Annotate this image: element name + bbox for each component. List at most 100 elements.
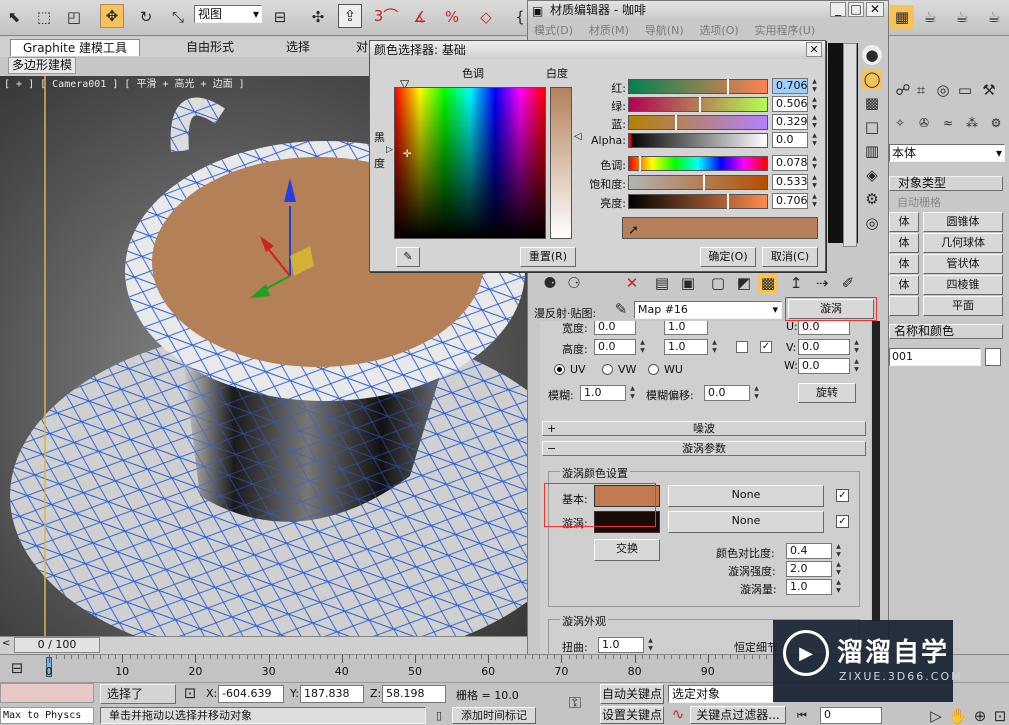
u-field[interactable]: 0.0 — [798, 321, 850, 335]
sphere-button[interactable]: 体 — [889, 233, 919, 253]
alpha-spinner[interactable]: ▲ ▼ — [810, 132, 819, 148]
key-filters-button[interactable]: 关键点过滤器... — [690, 706, 786, 724]
utilities-icon[interactable]: ⚒ — [979, 80, 999, 100]
move-icon[interactable]: ✥ — [100, 4, 124, 28]
backlight-icon[interactable]: ◯ — [862, 69, 882, 89]
snap-3-icon[interactable]: 3⌒ — [374, 3, 399, 27]
w-field[interactable]: 0.0 — [798, 358, 850, 374]
contrast-field[interactable]: 0.4 — [786, 543, 832, 559]
select-by-material-icon[interactable]: ◎ — [862, 213, 882, 233]
key-icon[interactable]: ⚿ — [562, 691, 588, 715]
height-spinner-1[interactable]: ▲ ▼ — [638, 339, 647, 355]
pan-icon[interactable]: ✋ — [948, 707, 968, 725]
green-slider[interactable] — [628, 97, 768, 112]
saturation-slider-thumb[interactable] — [703, 175, 705, 190]
blur-field[interactable]: 1.0 — [580, 385, 626, 401]
swirl-params-rollout[interactable]: − 漩涡参数 — [542, 441, 866, 456]
menu-material[interactable]: 材质(M) — [589, 24, 629, 37]
blur-offset-field[interactable]: 0.0 — [704, 385, 750, 401]
isolation-icon[interactable]: ▯ — [430, 706, 448, 724]
blur-offset-spinner[interactable]: ▲ ▼ — [752, 385, 761, 401]
put-to-library-icon[interactable]: ▣ — [678, 273, 698, 293]
intensity-spinner[interactable]: ▲ ▼ — [834, 561, 843, 577]
go-parent-icon[interactable]: ↥ — [786, 273, 806, 293]
swap-button[interactable]: 交换 — [594, 539, 660, 561]
geosphere-button[interactable]: 几何球体 — [923, 233, 1003, 253]
hue-slider-thumb[interactable] — [639, 156, 641, 171]
map-name-input[interactable]: Map #16 ▾ — [634, 301, 782, 319]
cancel-button[interactable]: 取消(C) — [762, 247, 818, 267]
current-frame-field[interactable]: 0 — [820, 707, 882, 724]
height-spinner-2[interactable]: ▲ ▼ — [710, 339, 719, 355]
key-mode-icon[interactable]: ∿ — [668, 705, 688, 723]
rect-select-icon[interactable]: ⬚ — [32, 5, 56, 29]
swirl-map-checkbox[interactable]: ✓ — [836, 515, 849, 528]
tile-checkbox[interactable]: ✓ — [760, 341, 772, 353]
red-field[interactable]: 0.706 — [772, 78, 808, 94]
video-check-icon[interactable]: ▥ — [862, 141, 882, 161]
torus-button[interactable]: 体 — [889, 275, 919, 295]
object-color-swatch[interactable] — [985, 348, 1001, 366]
spinner-snap-icon[interactable]: ◇ — [474, 5, 498, 29]
tab-poly-modeling[interactable]: 多边形建模 — [8, 57, 76, 74]
uv-tiling-icon[interactable]: □ — [862, 117, 882, 137]
tab-freeform[interactable]: 自由形式 — [170, 39, 250, 56]
menu-mode[interactable]: 模式(D) — [534, 24, 573, 37]
display-icon[interactable]: ▭ — [955, 80, 975, 100]
alpha-slider-thumb[interactable] — [629, 133, 631, 148]
alpha-slider[interactable] — [628, 133, 768, 148]
y-coord-field[interactable]: 187.838 — [300, 685, 364, 703]
angle-snap-icon[interactable]: ∡ — [408, 5, 432, 29]
render-setup-icon[interactable]: ▦ — [890, 5, 914, 29]
width-field-2[interactable]: 1.0 — [664, 321, 708, 335]
goto-start-icon[interactable]: ⏮ — [792, 707, 812, 725]
tube-button[interactable]: 管状体 — [923, 254, 1003, 274]
menu-utilities[interactable]: 实用程序(U) — [755, 24, 816, 37]
options-icon[interactable]: ⚙ — [862, 189, 882, 209]
contrast-spinner[interactable]: ▲ ▼ — [834, 543, 843, 559]
box-button[interactable]: 体 — [889, 212, 919, 232]
pick-from-object-icon[interactable]: ✐ — [838, 273, 858, 293]
add-time-tag-button[interactable]: 添加时间标记 — [452, 707, 536, 724]
w-spinner[interactable]: ▲ ▼ — [852, 358, 861, 374]
mirror-checkbox[interactable] — [736, 341, 748, 353]
hue2-field[interactable]: 0.078 — [772, 155, 808, 171]
hierarchy-icon[interactable]: ⌗ — [911, 80, 931, 100]
object-name-input[interactable]: 001 — [889, 348, 981, 366]
helpers-icon[interactable]: ≈ — [939, 114, 957, 132]
swirl-map-button[interactable]: None — [668, 511, 824, 533]
value-slider-thumb[interactable] — [727, 194, 729, 209]
amount-field[interactable]: 1.0 — [786, 579, 832, 595]
keyboard-shortcut-icon[interactable]: ⇪ — [338, 4, 362, 28]
tab-selection[interactable]: 选择 — [268, 39, 328, 56]
sample-scrollbar[interactable] — [843, 43, 857, 247]
menu-options[interactable]: 选项(O) — [699, 24, 738, 37]
green-field[interactable]: 0.506 — [772, 96, 808, 112]
auto-key-button[interactable]: 自动关键点 — [600, 684, 664, 704]
whiteness-bar[interactable] — [550, 87, 572, 239]
value-spinner[interactable]: ▲ ▼ — [810, 193, 819, 209]
blue-slider-thumb[interactable] — [675, 115, 677, 130]
maxscript-listener[interactable] — [0, 683, 94, 703]
red-spinner[interactable]: ▲ ▼ — [810, 78, 819, 94]
uv-radio[interactable] — [554, 364, 565, 375]
object-type-rollout[interactable]: 对象类型 — [889, 176, 1003, 191]
close-icon[interactable]: ✕ — [866, 2, 884, 17]
go-sibling-icon[interactable]: ⇢ — [812, 273, 832, 293]
saturation-field[interactable]: 0.533 — [772, 174, 808, 190]
z-coord-field[interactable]: 58.198 — [382, 685, 446, 703]
window-crossing-icon[interactable]: ◰ — [62, 5, 86, 29]
value-slider[interactable] — [628, 194, 768, 209]
plane-button[interactable]: 平面 — [923, 296, 1003, 316]
make-unique-icon[interactable]: ▤ — [652, 273, 672, 293]
maximize-icon[interactable]: □ — [848, 2, 864, 17]
prev-frame-icon[interactable]: < — [2, 638, 10, 649]
blur-spinner[interactable]: ▲ ▼ — [628, 385, 637, 401]
ok-button[interactable]: 确定(O) — [700, 247, 756, 267]
time-slider[interactable]: 0 / 100 < — [0, 636, 527, 654]
put-to-scene-icon[interactable]: ⚆ — [564, 273, 584, 293]
hue-slider[interactable] — [628, 156, 768, 171]
panel-scrollbar[interactable] — [872, 321, 880, 621]
render-icon[interactable]: ☕ — [950, 5, 974, 29]
percent-snap-icon[interactable]: % — [440, 5, 464, 29]
